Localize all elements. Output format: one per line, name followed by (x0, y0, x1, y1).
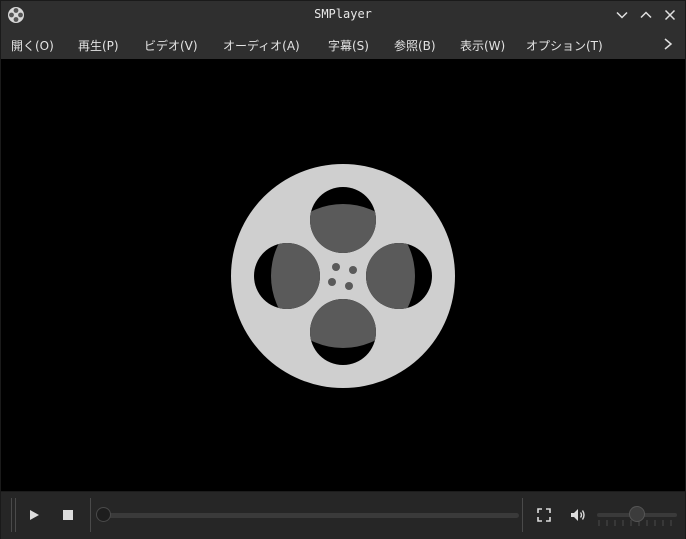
menu-view[interactable]: 表示(W) (460, 37, 505, 54)
stop-icon (63, 510, 73, 520)
menu-options[interactable]: オプション(T) (526, 37, 603, 54)
separator (90, 498, 91, 532)
speaker-icon (571, 509, 585, 521)
menu-subtitles[interactable]: 字幕(S) (328, 37, 369, 54)
title-bar[interactable]: SMPlayer (1, 1, 685, 29)
fullscreen-button[interactable] (533, 504, 555, 526)
maximize-button[interactable] (637, 6, 655, 24)
menu-video[interactable]: ビデオ(V) (144, 37, 198, 54)
film-reel-logo-icon (231, 164, 455, 388)
play-icon (30, 510, 39, 520)
chevron-down-icon (616, 11, 628, 19)
control-bar (1, 491, 685, 539)
chevron-right-icon (664, 38, 673, 50)
seek-bar[interactable] (101, 513, 519, 518)
volume-handle[interactable] (629, 506, 645, 522)
minimize-button[interactable] (613, 6, 631, 24)
menu-overflow-button[interactable] (661, 36, 675, 52)
fullscreen-icon (537, 508, 551, 522)
mute-button[interactable] (567, 504, 589, 526)
stop-button[interactable] (57, 504, 79, 526)
menu-audio[interactable]: オーディオ(A) (223, 37, 300, 54)
close-icon (664, 9, 676, 21)
play-button[interactable] (23, 504, 45, 526)
window-title: SMPlayer (314, 7, 372, 21)
video-area[interactable] (1, 59, 685, 491)
seek-handle[interactable] (96, 507, 111, 522)
toolbar-handle[interactable] (11, 498, 12, 532)
toolbar-handle[interactable] (15, 498, 16, 532)
smplayer-window: SMPlayer 開く(O) 再生(P) ビデオ(V) オーディオ(A) 字幕(… (0, 0, 686, 539)
menu-play[interactable]: 再生(P) (78, 37, 119, 54)
menu-bar: 開く(O) 再生(P) ビデオ(V) オーディオ(A) 字幕(S) 参照(B) … (1, 29, 685, 59)
menu-browse[interactable]: 参照(B) (394, 37, 436, 54)
menu-open[interactable]: 開く(O) (11, 37, 54, 54)
chevron-up-icon (640, 11, 652, 19)
close-button[interactable] (661, 6, 679, 24)
separator (522, 498, 523, 532)
